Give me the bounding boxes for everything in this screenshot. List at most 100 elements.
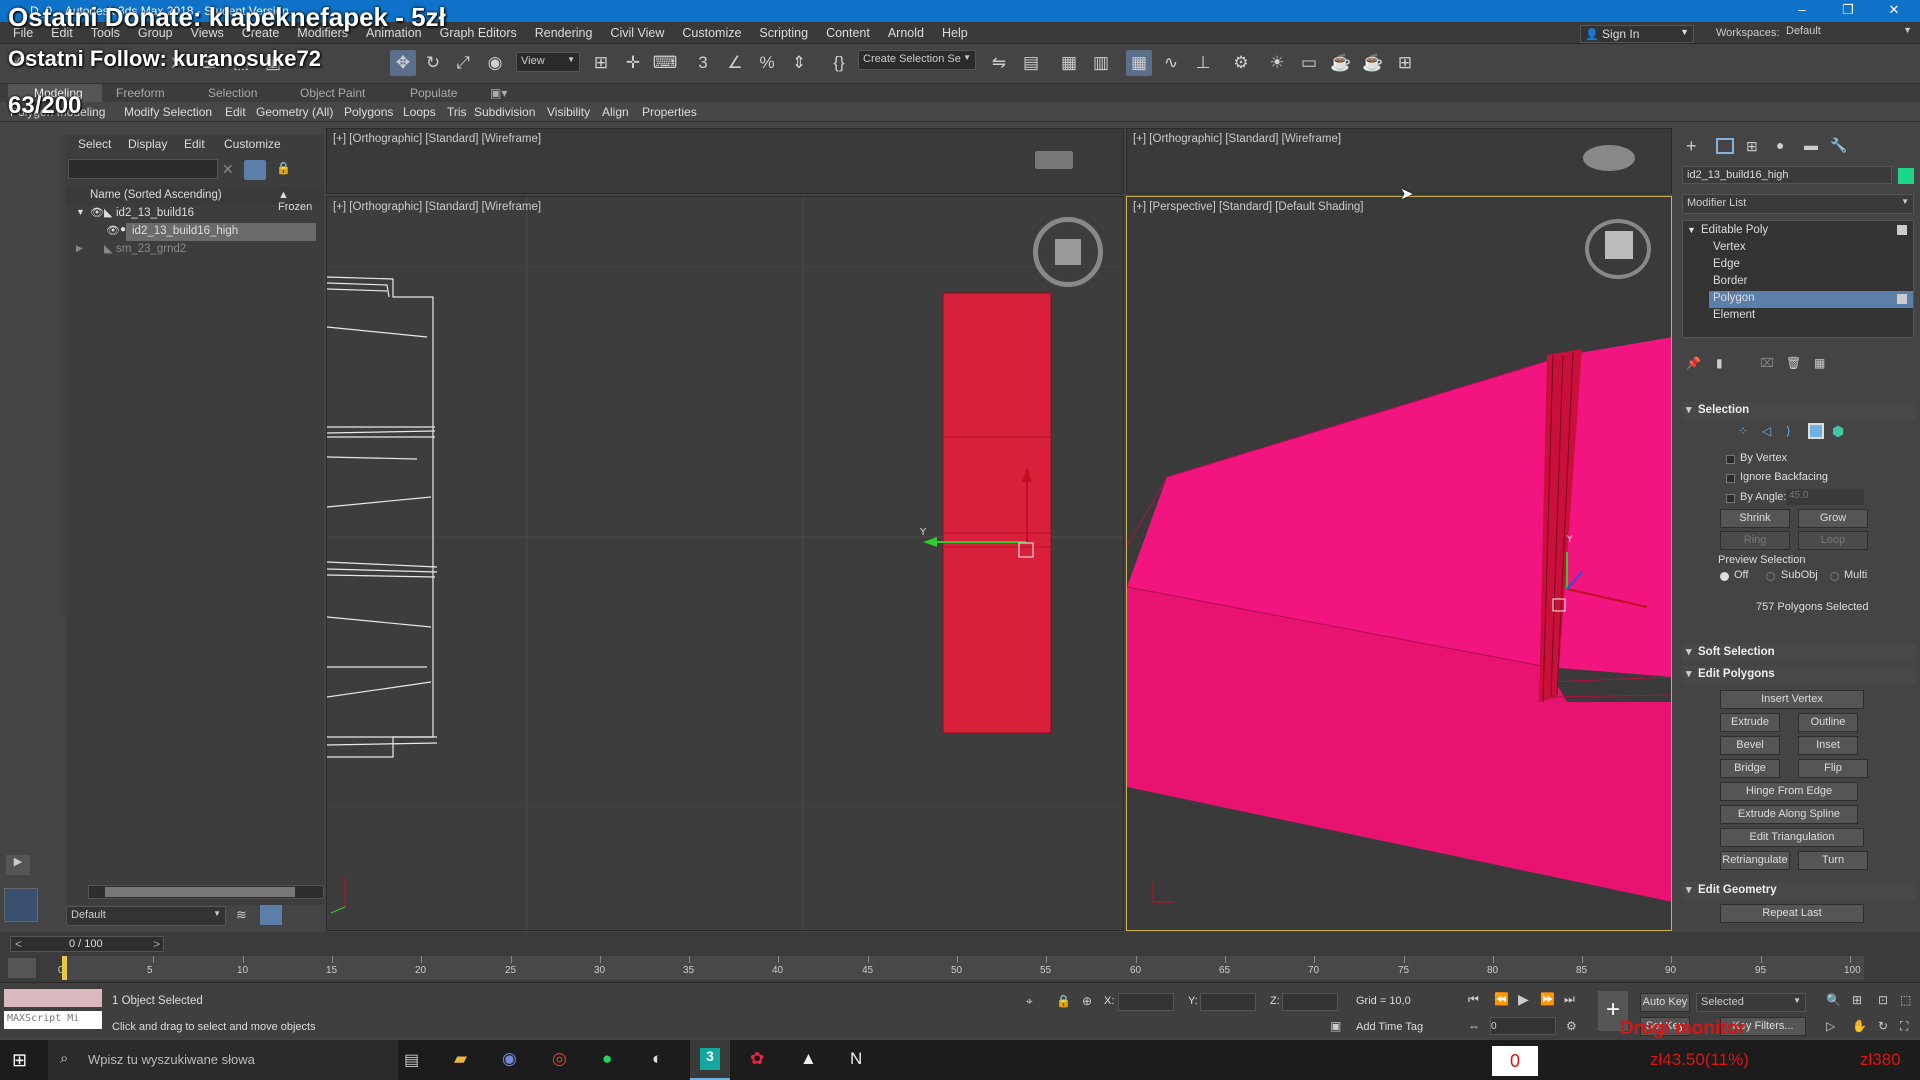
ribbon-tab-freeform[interactable]: Freeform <box>116 86 165 100</box>
schematic-view-icon[interactable]: ⊥ <box>1190 50 1216 76</box>
viewcube-icon[interactable] <box>1585 219 1651 279</box>
viewport-layout-icon[interactable] <box>4 888 38 922</box>
ribbon-geometry-all[interactable]: Geometry (All) <box>256 105 333 119</box>
viewcube-icon[interactable] <box>1033 217 1103 287</box>
ribbon-tab-object-paint[interactable]: Object Paint <box>300 86 365 100</box>
discord-icon[interactable]: ◉ <box>502 1049 517 1069</box>
render-cloud-icon[interactable]: ⊞ <box>1392 50 1418 76</box>
tree-item-build16-high[interactable]: 👁 ● id2_13_build16_high <box>66 223 324 241</box>
ribbon-align[interactable]: Align <box>602 105 629 119</box>
ribbon-tab-selection[interactable]: Selection <box>208 86 257 100</box>
ribbon-loops[interactable]: Loops <box>403 105 436 119</box>
render-setup-icon[interactable]: ☀ <box>1264 50 1290 76</box>
ring-button[interactable]: Ring <box>1720 531 1790 550</box>
snaps-toggle-icon[interactable]: 3 <box>690 50 716 76</box>
time-config-icon[interactable]: ⚙ <box>1566 1019 1577 1033</box>
eye-icon[interactable]: 👁 <box>106 224 120 237</box>
grow-button[interactable]: Grow <box>1798 509 1868 528</box>
photos-icon[interactable]: ▲ <box>800 1049 817 1069</box>
clear-search-icon[interactable]: ✕ <box>222 161 234 178</box>
explorer-tab-customize[interactable]: Customize <box>224 137 281 151</box>
move-icon[interactable]: ✥ <box>390 50 416 76</box>
selection-rollout[interactable]: Selection <box>1682 402 1916 420</box>
stack-toggle-icon[interactable] <box>1897 225 1907 235</box>
go-to-start-icon[interactable]: ⏮ <box>1468 992 1479 1007</box>
edge-mode-icon[interactable]: ◁ <box>1762 424 1771 438</box>
menu-content[interactable]: Content <box>817 22 879 44</box>
explorer-search-input[interactable] <box>68 159 218 179</box>
absolute-mode-icon[interactable]: ⊕ <box>1082 994 1092 1008</box>
auto-key-button[interactable]: Auto Key <box>1640 993 1690 1012</box>
polygon-mode-icon[interactable] <box>1808 423 1824 439</box>
menu-arnold[interactable]: Arnold <box>879 22 933 44</box>
element-mode-icon[interactable]: ⬢ <box>1832 423 1844 440</box>
edit-geometry-rollout[interactable]: Edit Geometry <box>1682 882 1916 900</box>
align-icon[interactable]: ▤ <box>1018 50 1044 76</box>
go-to-end-icon[interactable]: ⏭ <box>1564 992 1575 1007</box>
make-unique-icon[interactable]: ⌧ <box>1760 356 1774 370</box>
viewport-left[interactable]: Y [+] [Orthographic] [Standard] [Wirefra… <box>326 196 1124 931</box>
by-angle-spinner[interactable]: 45.0 <box>1786 489 1864 505</box>
layer-explorer-icon[interactable]: ▦ <box>1056 50 1082 76</box>
vertex-mode-icon[interactable]: ⁘ <box>1738 424 1748 438</box>
ribbon-subdivision[interactable]: Subdivision <box>474 105 535 119</box>
edit-named-selection-icon[interactable]: {} <box>826 50 852 76</box>
tree-item-grnd2[interactable]: ▶ ◣ sm_23_grnd2 <box>66 241 324 259</box>
workspace-select[interactable]: Default ▼ <box>1782 23 1916 43</box>
extrude-along-spline-button[interactable]: Extrude Along Spline <box>1720 805 1858 824</box>
menu-rendering[interactable]: Rendering <box>526 22 602 44</box>
selection-lock-icon[interactable]: 🔒 <box>1056 994 1071 1008</box>
scale-icon[interactable]: ⤢ <box>450 50 476 76</box>
viewcube-icon[interactable] <box>1583 145 1635 171</box>
pivot-icon[interactable]: ⊞ <box>588 50 614 76</box>
y-coordinate-field[interactable] <box>1200 993 1256 1011</box>
outline-button[interactable]: Outline <box>1798 713 1858 732</box>
retriangulate-button[interactable]: Retriangulate <box>1720 851 1790 870</box>
place-icon[interactable]: ◉ <box>482 50 508 76</box>
render-production-icon[interactable]: ☕ <box>1328 50 1354 76</box>
repeat-last-button[interactable]: Repeat Last <box>1720 904 1864 923</box>
border-mode-icon[interactable]: ⟩ <box>1786 424 1791 438</box>
modify-tab-icon[interactable] <box>1716 138 1734 154</box>
maximize-viewport-icon[interactable]: ⬚ <box>1900 993 1911 1007</box>
explorer-tab-display[interactable]: Display <box>128 137 167 151</box>
select-manipulate-icon[interactable]: ✛ <box>620 50 646 76</box>
rotate-icon[interactable]: ↻ <box>420 50 446 76</box>
soft-selection-rollout[interactable]: Soft Selection <box>1682 644 1916 662</box>
collapse-icon[interactable]: ▼ <box>1687 225 1696 235</box>
mirror-icon[interactable]: ⇋ <box>986 50 1012 76</box>
insert-vertex-button[interactable]: Insert Vertex <box>1720 690 1864 709</box>
modifier-list-select[interactable]: Modifier List ▼ <box>1682 194 1914 214</box>
bridge-button[interactable]: Bridge <box>1720 759 1780 778</box>
filter-toggle-icon[interactable] <box>244 160 266 180</box>
viewport-top-left[interactable]: [+] [Orthographic] [Standard] [Wireframe… <box>326 128 1124 194</box>
hinge-from-edge-button[interactable]: Hinge From Edge <box>1720 782 1858 801</box>
configure-modifier-sets-icon[interactable]: ▦ <box>1814 356 1825 370</box>
edit-polygons-rollout[interactable]: Edit Polygons <box>1682 666 1916 684</box>
percent-snap-icon[interactable]: % <box>754 50 780 76</box>
orbit-icon[interactable]: ↻ <box>1878 1019 1888 1033</box>
render-activeshade-icon[interactable]: ☕ <box>1360 50 1386 76</box>
chrome-icon[interactable]: ◎ <box>552 1049 567 1069</box>
object-color-swatch[interactable] <box>1898 168 1914 184</box>
tree-item-build16[interactable]: ▼ 👁 ◣ id2_13_build16 <box>66 205 324 223</box>
pan-icon[interactable]: ✋ <box>1852 1019 1867 1033</box>
loop-button[interactable]: Loop <box>1798 531 1868 550</box>
stack-item-element[interactable]: Element <box>1713 309 1755 321</box>
preview-subobj-radio[interactable] <box>1766 572 1775 581</box>
ribbon-tab-populate[interactable]: Populate <box>410 86 457 100</box>
collapse-icon[interactable]: ▼ <box>76 207 85 217</box>
expand-panel-icon[interactable]: ▶ <box>6 855 30 875</box>
explorer-scrollbar[interactable] <box>88 885 324 899</box>
windows-start-icon[interactable]: ⊞ <box>12 1050 27 1071</box>
named-selection-sets[interactable]: Create Selection Se ▼ <box>858 50 976 70</box>
bevel-button[interactable]: Bevel <box>1720 736 1780 755</box>
key-mode-icon[interactable]: ⇔ <box>1468 1019 1480 1033</box>
pin-stack-icon[interactable]: 📌 <box>1686 356 1701 370</box>
maxscript-listener[interactable] <box>4 989 102 1007</box>
lock-icon[interactable]: 🔒 <box>276 161 291 175</box>
extrude-button[interactable]: Extrude <box>1720 713 1780 732</box>
ribbon-modify-selection[interactable]: Modify Selection <box>124 105 212 119</box>
z-coordinate-field[interactable] <box>1282 993 1338 1011</box>
next-frame-icon[interactable]: > <box>153 937 160 951</box>
